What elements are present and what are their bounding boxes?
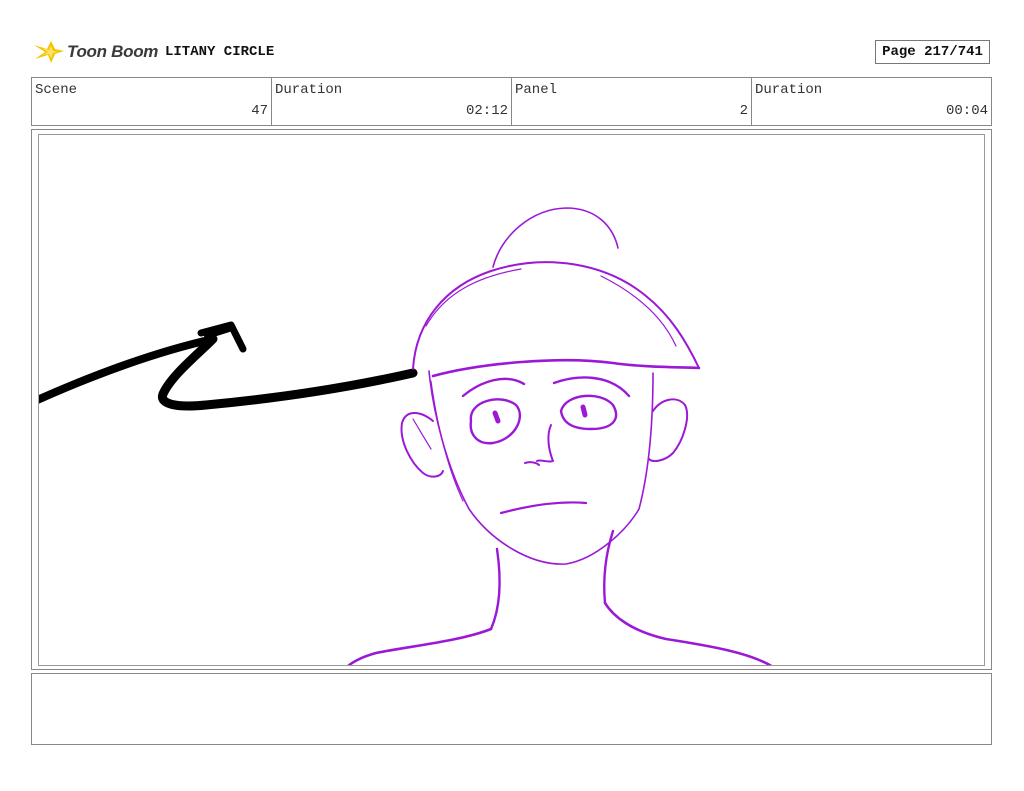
page-counter: Page 217/741 — [875, 40, 990, 64]
scene-info-row: Scene 47 Duration 02:12 Panel 2 Duration… — [31, 77, 992, 126]
panel-sketch — [39, 207, 773, 665]
toon-boom-flare-icon — [34, 41, 64, 63]
scene-value: 47 — [251, 103, 268, 119]
character-sketch — [347, 207, 773, 665]
scene-cell: Scene 47 — [32, 78, 272, 125]
toon-boom-logo: Toon Boom — [33, 36, 158, 68]
scene-label: Scene — [35, 82, 78, 98]
scene-duration-value: 02:12 — [465, 103, 508, 119]
logo-text: Toon Boom — [67, 42, 159, 61]
scene-duration-cell: Duration 02:12 — [272, 78, 512, 125]
arrow-sketch — [39, 321, 418, 411]
scene-duration-label: Duration — [275, 82, 343, 98]
storyboard-panel — [38, 134, 985, 666]
panel-duration-cell: Duration 00:04 — [752, 78, 991, 125]
panel-duration-value: 00:04 — [945, 103, 988, 119]
panel-label: Panel — [515, 82, 558, 98]
panel-duration-label: Duration — [755, 82, 823, 98]
panel-value: 2 — [739, 103, 748, 119]
panel-notes-box[interactable] — [31, 673, 992, 745]
panel-cell: Panel 2 — [512, 78, 752, 125]
project-title: LITANY CIRCLE — [165, 44, 275, 60]
